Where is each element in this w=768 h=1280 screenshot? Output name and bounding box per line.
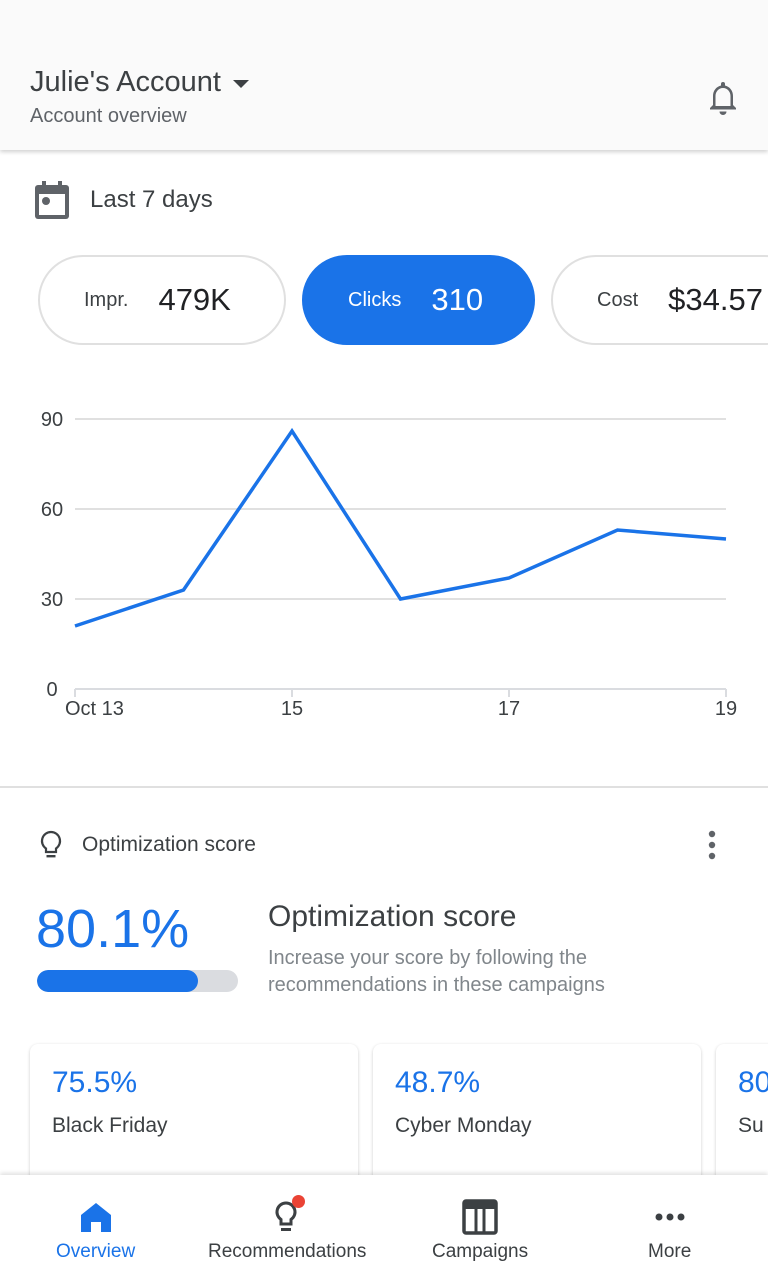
metric-chip-clicks[interactable]: Clicks 310	[302, 255, 535, 345]
metric-label: Impr.	[84, 288, 129, 311]
campaign-score: 80	[738, 1066, 768, 1099]
metric-value: $34.57	[668, 282, 763, 317]
more-vert-icon[interactable]	[696, 828, 728, 862]
lightbulb-icon	[267, 1195, 307, 1237]
optimization-card-header: Optimization score	[38, 830, 256, 860]
more-horiz-icon	[655, 1213, 685, 1221]
metric-label: Clicks	[348, 288, 402, 311]
chart-y-axis-labels: 0 30 60 90	[41, 409, 63, 701]
campaign-score: 48.7%	[395, 1066, 481, 1099]
optimization-header-label: Optimization score	[82, 833, 256, 856]
section-divider	[0, 786, 768, 788]
nav-label: Campaigns	[432, 1241, 529, 1262]
date-range-selector[interactable]: Last 7 days	[34, 180, 213, 220]
y-tick-label: 30	[41, 589, 63, 611]
x-tick-label: Oct 13	[65, 698, 124, 720]
bell-icon[interactable]	[703, 78, 743, 118]
nav-label: Recommendations	[208, 1241, 367, 1262]
app-root: Julie's Account Account overview Last 7 …	[0, 0, 768, 1280]
date-range-label: Last 7 days	[90, 186, 213, 213]
y-tick-label: 60	[41, 499, 63, 521]
metric-value: 310	[431, 282, 484, 317]
metric-label: Cost	[597, 288, 639, 311]
metric-chip-impressions[interactable]: Impr. 479K	[38, 255, 286, 345]
chart-gridlines	[74, 418, 727, 697]
metric-chips: Impr. 479K Clicks 310 Cost $34.57	[38, 255, 768, 345]
y-tick-label: 0	[46, 679, 57, 701]
campaign-name: Cyber Monday	[395, 1114, 532, 1137]
clicks-line-chart: 0 30 60 90 Oct 13 15 17 19	[41, 409, 737, 720]
nav-label: Overview	[56, 1241, 136, 1262]
metric-value: 479K	[158, 282, 231, 317]
x-tick-label: 15	[281, 698, 303, 720]
x-tick-label: 17	[498, 698, 520, 720]
optimization-score-progress	[37, 970, 238, 992]
chart-series	[74, 427, 727, 628]
optimization-score-value: 80.1%	[36, 899, 190, 959]
campaign-name: Black Friday	[52, 1114, 168, 1137]
campaigns-table-icon	[462, 1199, 498, 1235]
x-tick-label: 19	[715, 698, 737, 720]
bottom-navigation: Overview Recommendations Campaigns More	[0, 1175, 768, 1280]
account-name: Julie's Account	[30, 66, 221, 98]
optimization-title: Optimization score	[268, 900, 517, 933]
arrow-drop-down-icon	[232, 79, 249, 88]
optimization-description: Increase your score by following the rec…	[268, 947, 605, 996]
home-icon	[80, 1203, 111, 1232]
progress-fill	[37, 970, 198, 992]
chart-x-axis-labels: Oct 13 15 17 19	[65, 698, 737, 720]
nav-more[interactable]: More	[648, 1175, 691, 1280]
top-app-bar: Julie's Account Account overview	[0, 0, 768, 150]
lightbulb-icon	[40, 830, 62, 858]
nav-recommendations[interactable]: Recommendations	[208, 1175, 366, 1280]
nav-campaigns[interactable]: Campaigns	[432, 1175, 528, 1280]
nav-overview[interactable]: Overview	[56, 1175, 135, 1280]
calendar-icon	[35, 181, 69, 219]
account-switcher[interactable]: Julie's Account	[30, 66, 249, 99]
y-tick-label: 90	[41, 409, 63, 431]
metric-chip-cost[interactable]: Cost $34.57	[551, 255, 768, 345]
campaign-name: Su	[738, 1114, 764, 1137]
page-subtitle: Account overview	[30, 105, 187, 127]
series-line-clicks	[74, 427, 727, 628]
campaign-score: 75.5%	[52, 1066, 138, 1099]
nav-label: More	[648, 1241, 692, 1262]
